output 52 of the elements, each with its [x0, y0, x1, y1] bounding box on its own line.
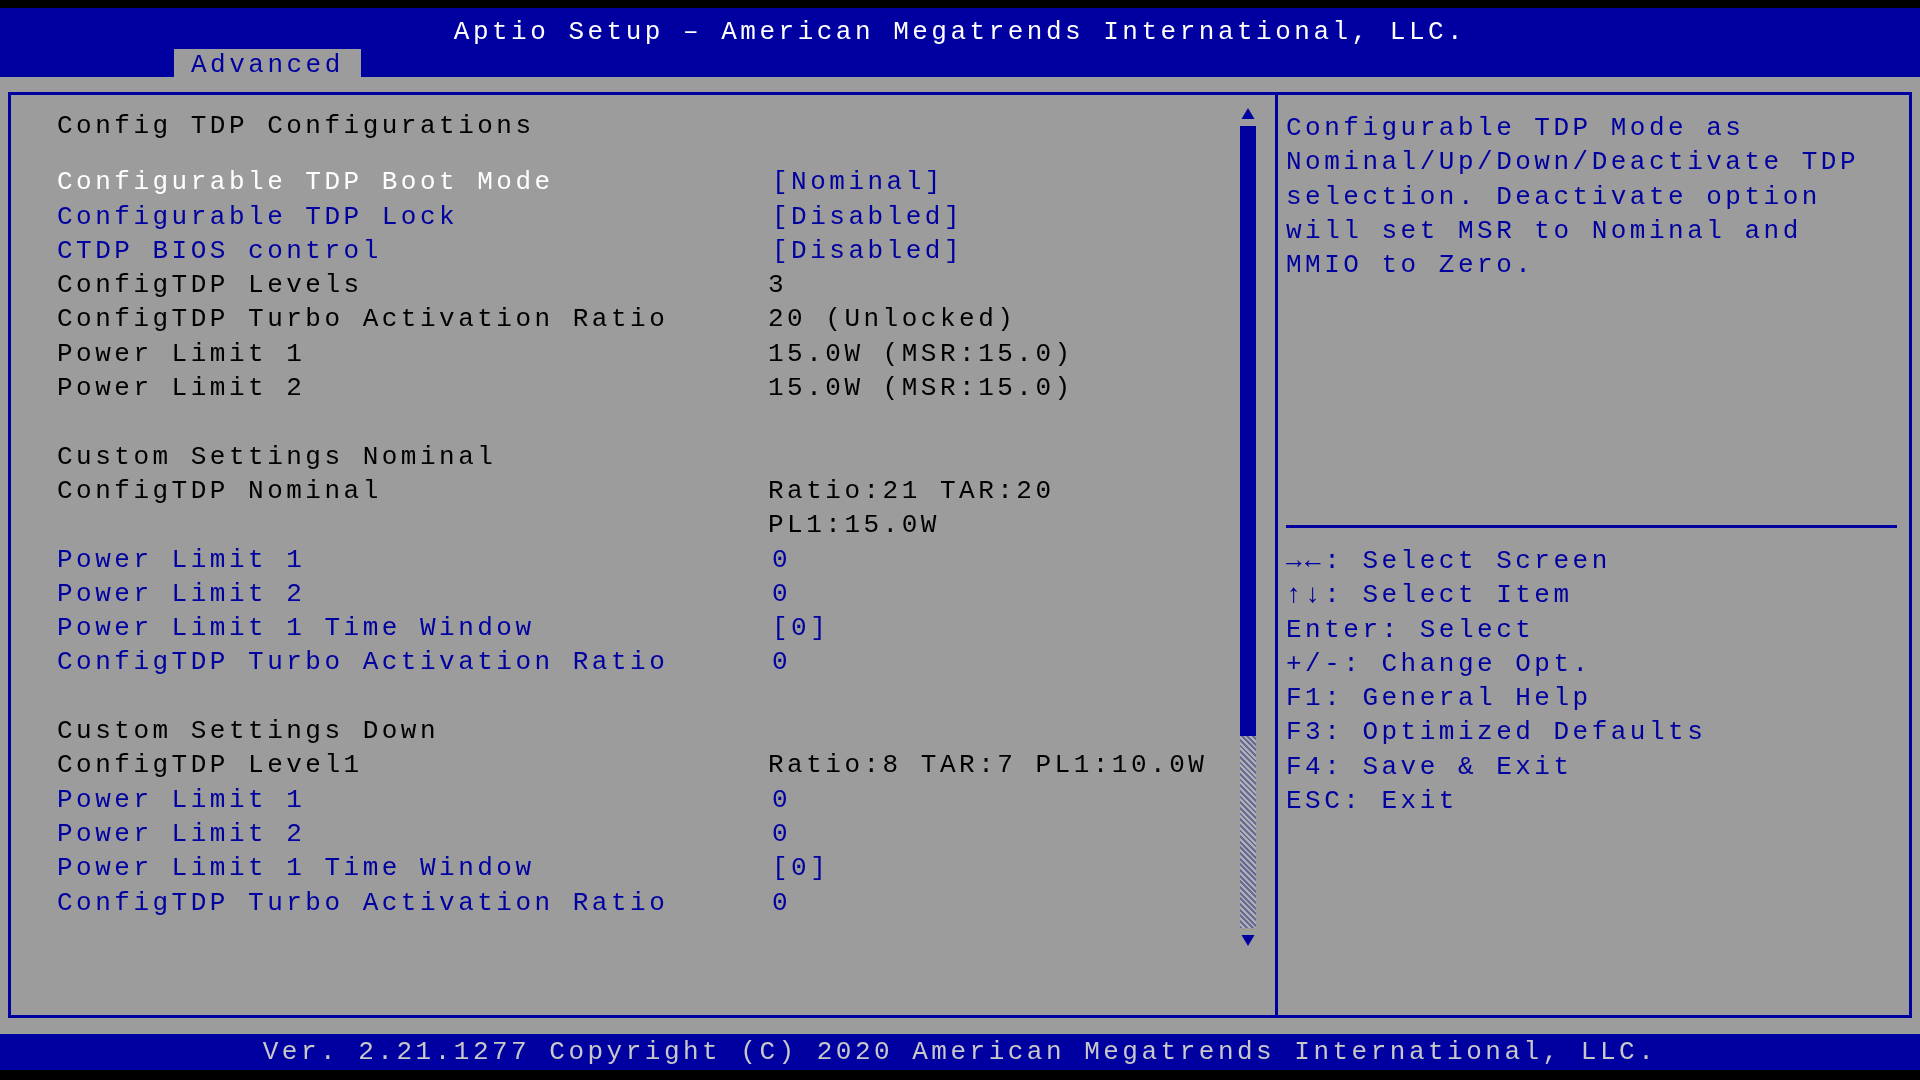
- section-title: Config TDP Configurations: [57, 110, 536, 143]
- setting-value[interactable]: [Disabled]: [768, 199, 1234, 234]
- key-hint: +/-: Change Opt.: [1286, 647, 1593, 681]
- setting-value[interactable]: [Nominal]: [768, 165, 1234, 200]
- setting-label: Power Limit 2: [57, 372, 307, 406]
- setting-label[interactable]: Power Limit 2: [57, 576, 768, 612]
- setting-label[interactable]: Power Limit 1: [57, 782, 768, 817]
- scroll-thumb[interactable]: [1240, 126, 1256, 736]
- scroll-up-icon[interactable]: [1240, 107, 1256, 120]
- scroll-down-icon[interactable]: [1240, 934, 1256, 947]
- setting-value[interactable]: [Disabled]: [768, 233, 1234, 269]
- key-hint: →←: Select Screen: [1286, 545, 1612, 578]
- setting-label[interactable]: Power Limit 2: [57, 816, 768, 852]
- setting-value: Ratio:21 TAR:20 PL1:15.0W: [768, 474, 1056, 543]
- setting-label: ConfigTDP Nominal: [57, 474, 383, 508]
- key-hint: F1: General Help: [1286, 682, 1593, 716]
- setting-value: 3: [768, 269, 789, 303]
- setting-label: ConfigTDP Level1: [57, 749, 364, 783]
- setting-label[interactable]: CTDP BIOS control: [57, 233, 768, 269]
- setting-label[interactable]: ConfigTDP Turbo Activation Ratio: [57, 645, 768, 680]
- setting-label[interactable]: Power Limit 1: [57, 542, 768, 577]
- setting-label: ConfigTDP Levels: [57, 269, 364, 303]
- setting-label[interactable]: Power Limit 1 Time Window: [57, 611, 768, 646]
- key-hint: ESC: Exit: [1286, 785, 1459, 819]
- setting-value[interactable]: 0: [768, 645, 1234, 680]
- section-title: Custom Settings Down: [57, 715, 441, 749]
- tab[interactable]: Advanced: [174, 49, 361, 79]
- section-title: Custom Settings Nominal: [57, 440, 498, 474]
- key-hint: F3: Optimized Defaults: [1286, 716, 1708, 750]
- setting-label: ConfigTDP Turbo Activation Ratio: [57, 303, 670, 337]
- setting-value[interactable]: [0]: [768, 611, 1234, 646]
- key-hint: ↑↓: Select Item: [1286, 579, 1574, 613]
- setting-label[interactable]: ConfigTDP Turbo Activation Ratio: [57, 885, 768, 920]
- setting-label: Power Limit 1: [57, 337, 307, 371]
- setting-value: 15.0W (MSR:15.0): [768, 337, 1075, 371]
- setting-value: Ratio:8 TAR:7 PL1:10.0W: [768, 749, 1209, 783]
- setting-value: 20 (Unlocked): [768, 303, 1018, 337]
- setting-label[interactable]: Configurable TDP Lock: [57, 199, 768, 234]
- version-text: Ver. 2.21.1277 Copyright (C) 2020 American Megatrends International, LLC.: [262, 1037, 1658, 1067]
- setting-value: 15.0W (MSR:15.0): [768, 372, 1075, 406]
- setting-label[interactable]: Power Limit 1 Time Window: [57, 851, 768, 886]
- setting-value[interactable]: 0: [768, 782, 1234, 817]
- window-title: Aptio Setup – American Megatrends International, LLC.: [452, 16, 1468, 47]
- setting-value[interactable]: [0]: [768, 851, 1234, 886]
- setting-label[interactable]: Configurable TDP Boot Mode: [57, 165, 768, 200]
- key-hint: Enter: Select: [1286, 613, 1536, 647]
- setting-value[interactable]: 0: [768, 816, 1234, 852]
- help-text: Configurable TDP Mode as Nominal/Up/Down/Deactivate TDP selection. Deactivate option will set MSR to Nominal and MMIO to Zero.: [1286, 111, 1897, 528]
- setting-value[interactable]: 0: [768, 542, 1234, 577]
- key-hint: F4: Save & Exit: [1286, 750, 1574, 784]
- setting-value[interactable]: 0: [768, 885, 1234, 920]
- setting-value[interactable]: 0: [768, 576, 1234, 612]
